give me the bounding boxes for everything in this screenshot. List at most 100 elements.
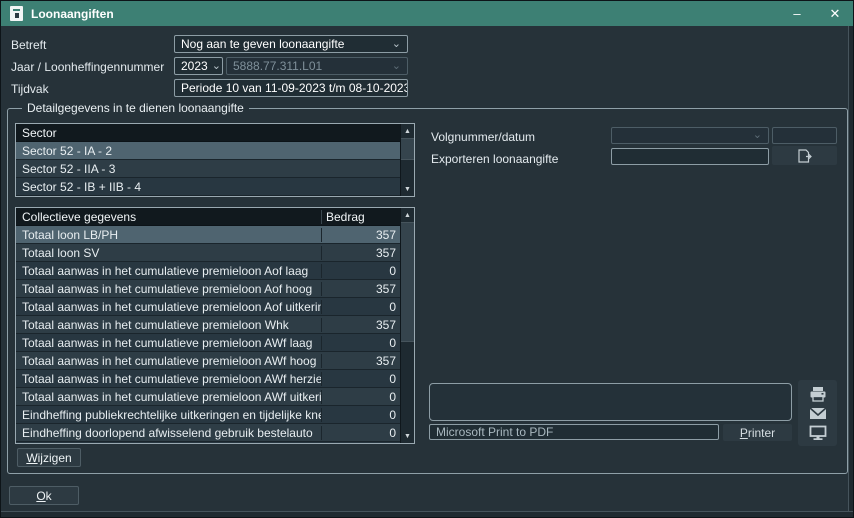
scrollbar-thumb[interactable] [401,138,414,160]
row-value: 0 [321,372,400,386]
betreft-label: Betreft [11,38,46,52]
column-header: Bedrag [321,210,400,224]
table-rows: Totaal loon LB/PH 357 Totaal loon SV 357… [16,226,400,442]
scroll-down-icon[interactable]: ▼ [401,429,414,443]
table-row[interactable]: Totaal aanwas in het cumulatieve premiel… [16,262,400,280]
scroll-up-icon[interactable]: ▲ [401,208,414,222]
tijdvak-label: Tijdvak [11,82,49,96]
wijzigen-button[interactable]: Wijzigen [17,448,81,467]
row-value: 357 [321,246,400,260]
row-value: 0 [321,336,400,350]
sector-scrollbar[interactable]: ▲ ▼ [400,124,414,196]
exporteren-label: Exporteren loonaangifte [431,152,558,166]
printer-button-label: Printer [740,426,775,440]
row-label: Totaal aanwas in het cumulatieve premiel… [16,354,321,368]
list-item-label: Sector 52 - IIA - 3 [16,162,400,176]
export-file-icon [797,149,813,163]
email-icon[interactable] [809,407,827,420]
table-scrollbar[interactable]: ▲ ▼ [400,208,414,443]
scroll-up-icon[interactable]: ▲ [401,124,414,138]
ok-button[interactable]: Ok [9,486,79,505]
jaar-value: 2023 [181,59,208,73]
table-row[interactable]: Totaal aanwas in het cumulatieve premiel… [16,316,400,334]
print-preview-box[interactable] [429,383,792,421]
row-value: 357 [321,282,400,296]
tijdvak-dropdown[interactable]: Periode 10 van 11-09-2023 t/m 08-10-2023… [174,79,408,97]
row-value: 0 [321,264,400,278]
row-value: 357 [321,228,400,242]
loonheffingennummer-value: 5888.77.311.L01 [233,59,322,73]
printer-name: Microsoft Print to PDF [436,425,553,439]
printer-icon[interactable] [809,386,827,402]
row-label: Eindheffing doorlopend afwisselend gebru… [16,426,321,440]
wijzigen-button-label: Wijzigen [26,451,71,465]
list-item[interactable]: Sector 52 - IA - 2 [16,142,400,160]
betreft-dropdown[interactable]: Nog aan te geven loonaangifte ⌄ [174,35,408,53]
chevron-down-icon: ⌄ [388,61,401,72]
titlebar[interactable]: Loonaangiften – ✕ [1,1,853,26]
groupbox-title: Detailgegevens in te dienen loonaangifte [22,101,249,115]
sector-list: Sector Sector 52 - IA - 2 Sector 52 - II… [15,123,415,197]
list-item[interactable]: Sector 52 - IIA - 3 [16,160,400,178]
row-label: Totaal loon SV [16,246,321,260]
row-label: Totaal aanwas in het cumulatieve premiel… [16,390,321,404]
volgnummer-dropdown: ⌄ [611,127,769,144]
output-options-panel [798,380,837,446]
window-edge-bottom [1,511,853,517]
row-label: Totaal loon LB/PH [16,228,321,242]
row-label: Totaal aanwas in het cumulatieve premiel… [16,372,321,386]
list-item-label: Sector 52 - IA - 2 [16,144,400,158]
minimize-button[interactable]: – [788,6,806,21]
monitor-icon[interactable] [809,425,827,440]
close-button[interactable]: ✕ [826,6,844,22]
table-row[interactable]: Totaal aanwas in het cumulatieve premiel… [16,352,400,370]
table-row[interactable]: Eindheffing publiekrechtelijke uitkering… [16,406,400,424]
row-label: Eindheffing publiekrechtelijke uitkering… [16,408,321,422]
list-item-label: Sector 52 - IB + IIB - 4 [16,180,400,194]
loonaangiften-window: Loonaangiften – ✕ Betreft Nog aan te gev… [0,0,854,518]
row-value: 0 [321,300,400,314]
chevron-down-icon: ⌄ [388,39,401,50]
ok-button-label: Ok [36,489,51,503]
table-row[interactable]: Totaal aanwas in het cumulatieve premiel… [16,370,400,388]
table-row[interactable]: Totaal aanwas in het cumulatieve premiel… [16,334,400,352]
export-button[interactable] [772,146,837,165]
row-value: 0 [321,390,400,404]
sector-rows: Sector 52 - IA - 2 Sector 52 - IIA - 3 S… [16,142,400,196]
table-header: Collectieve gegevens Bedrag [16,208,400,226]
chevron-down-icon: ⌄ [208,61,221,72]
window-controls: – ✕ [788,6,844,22]
row-value: 357 [321,318,400,332]
loonheffingennummer-dropdown: 5888.77.311.L01 ⌄ [226,57,408,75]
table-row[interactable]: Totaal loon SV 357 [16,244,400,262]
table-row[interactable]: Totaal aanwas in het cumulatieve premiel… [16,298,400,316]
scroll-down-icon[interactable]: ▼ [401,182,414,196]
sector-header-label: Sector [16,126,414,140]
row-label: Totaal aanwas in het cumulatieve premiel… [16,318,321,332]
jaar-dropdown[interactable]: 2023 ⌄ [174,57,223,75]
window-edge-right [848,26,853,517]
scrollbar-thumb[interactable] [401,222,414,342]
jaar-label: Jaar / Loonheffingennummer [11,60,164,74]
printer-button[interactable]: Printer [723,424,792,441]
table-row[interactable]: Totaal loon LB/PH 357 [16,226,400,244]
volgnummer-label: Volgnummer/datum [431,130,535,144]
chevron-down-icon: ⌄ [749,130,762,141]
collectieve-gegevens-table: Collectieve gegevens Bedrag Totaal loon … [15,207,415,444]
row-label: Totaal aanwas in het cumulatieve premiel… [16,282,321,296]
tijdvak-value: Periode 10 van 11-09-2023 t/m 08-10-2023 [181,81,408,95]
document-icon [10,6,23,21]
table-row[interactable]: Totaal aanwas in het cumulatieve premiel… [16,388,400,406]
printer-name-field[interactable]: Microsoft Print to PDF [429,424,719,440]
sector-list-header: Sector [16,124,414,142]
exporteren-field[interactable] [611,148,769,165]
window-title: Loonaangiften [31,7,114,21]
table-row[interactable]: Eindheffing doorlopend afwisselend gebru… [16,424,400,442]
volgnummer-datum-field [772,127,837,144]
table-row[interactable]: Totaal aanwas in het cumulatieve premiel… [16,280,400,298]
column-header: Collectieve gegevens [16,210,321,224]
list-item[interactable]: Sector 52 - IB + IIB - 4 [16,178,400,196]
row-label: Totaal aanwas in het cumulatieve premiel… [16,264,321,278]
row-label: Totaal aanwas in het cumulatieve premiel… [16,300,321,314]
row-value: 357 [321,354,400,368]
